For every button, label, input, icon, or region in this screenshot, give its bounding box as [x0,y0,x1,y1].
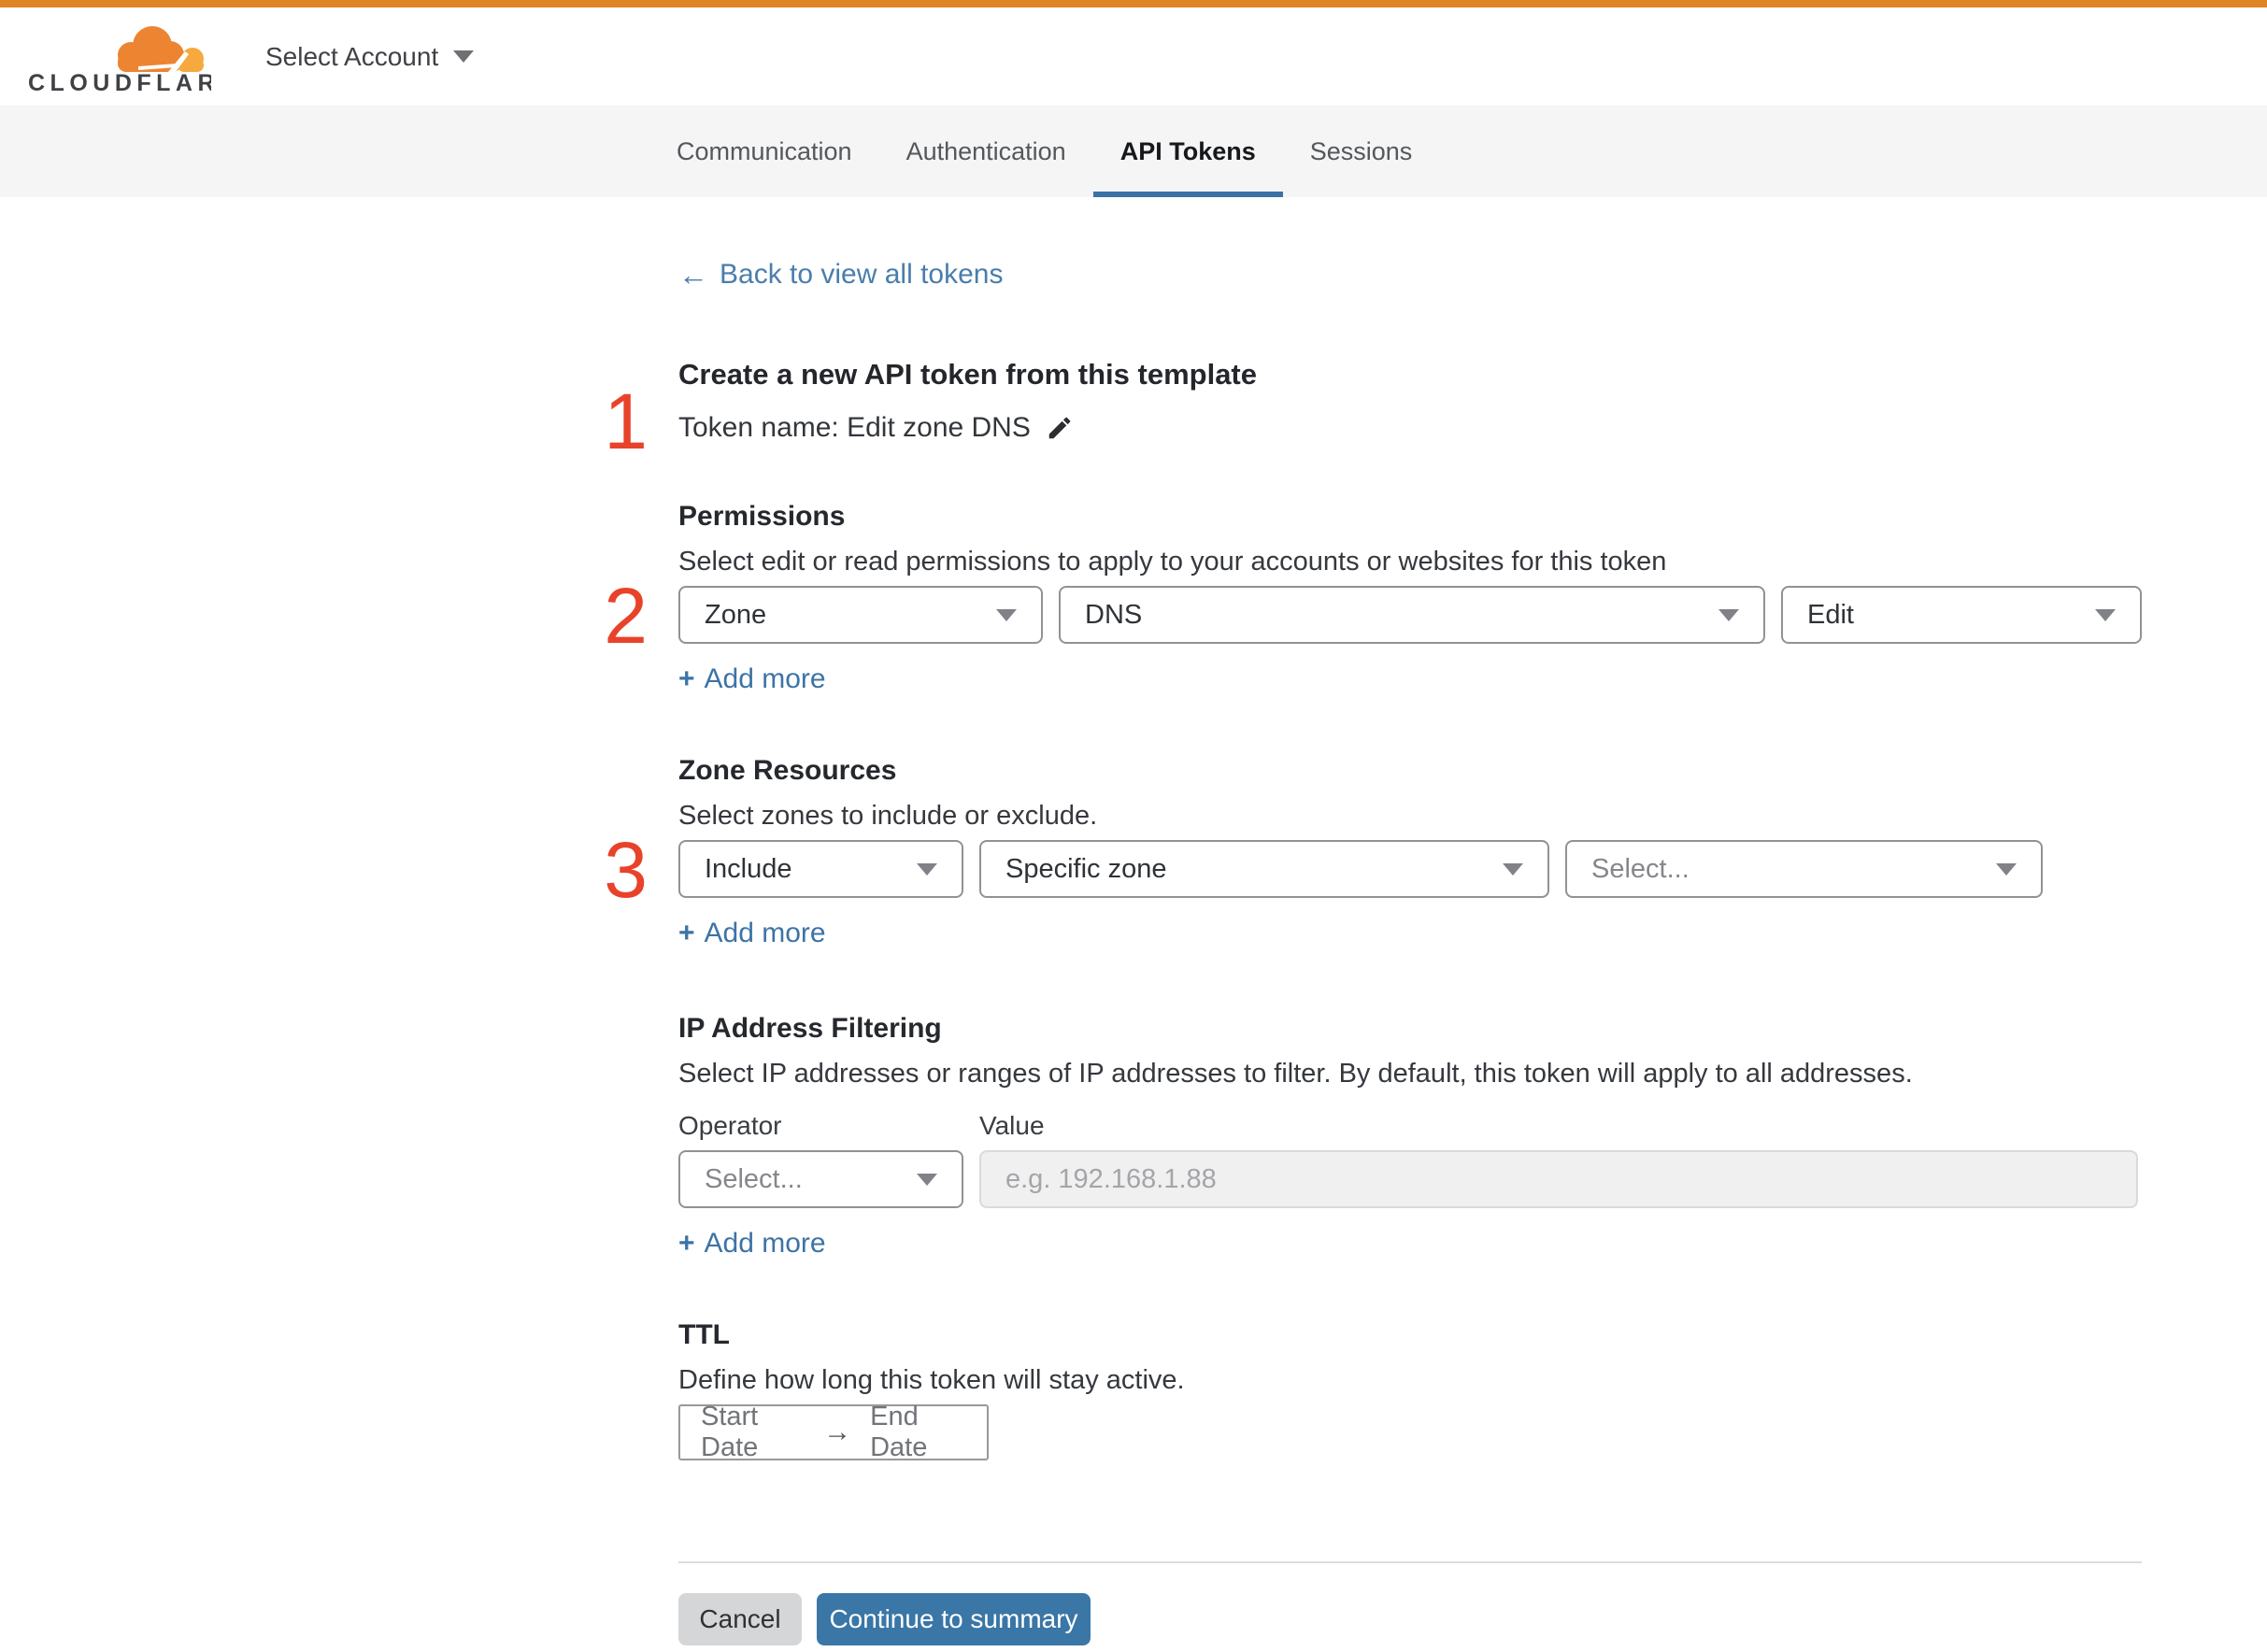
continue-to-summary-button[interactable]: Continue to summary [817,1593,1091,1645]
select-value: Include [705,853,792,884]
token-name-section: 1 Create a new API token from this templ… [604,354,2142,461]
select-value: Edit [1807,599,1854,630]
ip-value-input[interactable] [979,1150,2138,1208]
add-more-label: Add more [704,918,826,948]
account-selector[interactable]: Select Account [265,41,475,72]
chevron-down-icon [917,862,937,876]
ip-filtering-labels: Operator Value [678,1109,2142,1143]
tab-authentication[interactable]: Authentication [879,106,1093,197]
chevron-down-icon [1996,862,2017,876]
app-header: CLOUDFLARE Select Account [0,7,2267,106]
footer-actions: Cancel Continue to summary [678,1593,2142,1645]
zone-resources-section: Zone Resources Select zones to include o… [604,752,2142,950]
top-orange-bar [0,0,2267,7]
zone-picker-select[interactable]: Select... [1565,840,2043,898]
select-value: Zone [705,599,767,630]
back-to-tokens-link[interactable]: ← Back to view all tokens [678,255,1003,294]
right-arrow-icon: → [823,1417,852,1447]
left-arrow-icon: ← [678,258,708,292]
zone-resources-heading: Zone Resources [678,755,897,786]
step-number: 1 [604,377,648,465]
tab-api-tokens[interactable]: API Tokens [1092,106,1283,197]
zone-resources-row: 3 Include Specific zone Select... [604,831,2142,909]
footer-divider [678,1561,2142,1563]
ttl-description: Define how long this token will stay act… [678,1365,1185,1395]
select-value: DNS [1085,599,1143,630]
step-number: 2 [604,572,648,660]
zone-resources-add-more-link[interactable]: + Add more [678,917,826,950]
chevron-down-icon [917,1173,937,1186]
add-more-label: Add more [704,1228,826,1259]
ttl-heading: TTL [678,1319,730,1350]
chevron-down-icon [996,608,1017,621]
page-title: Create a new API token from this templat… [678,358,1258,391]
token-name-text: Token name: Edit zone DNS [678,412,1031,443]
permissions-description: Select edit or read permissions to apply… [678,547,1667,577]
ip-filtering-row: Select... [678,1150,2142,1208]
permissions-heading: Permissions [678,501,846,532]
zone-type-select[interactable]: Specific zone [979,840,1549,898]
ip-filtering-heading: IP Address Filtering [678,1013,942,1044]
select-value: Specific zone [1005,853,1167,884]
cloudflare-cloud-icon [118,25,204,72]
select-placeholder: Select... [705,1163,803,1194]
cloudflare-logo[interactable]: CLOUDFLARE [28,18,211,96]
permission-scope-select[interactable]: Zone [678,586,1043,644]
step-number: 3 [604,826,648,914]
main-content: ← Back to view all tokens 1 Create a new… [604,197,2142,1645]
value-label: Value [979,1111,1045,1140]
plus-icon: + [678,663,695,694]
zone-include-select[interactable]: Include [678,840,963,898]
ttl-date-range-picker[interactable]: Start Date → End Date [678,1402,989,1462]
tab-communication[interactable]: Communication [649,106,879,197]
account-selector-label: Select Account [265,41,439,71]
zone-resources-description: Select zones to include or exclude. [678,801,1098,831]
add-more-label: Add more [704,663,826,694]
permissions-row: 2 Zone DNS Edit [604,577,2142,655]
ip-filtering-section: IP Address Filtering Select IP addresses… [678,1010,2142,1260]
select-placeholder: Select... [1591,853,1690,884]
chevron-down-icon [453,50,475,63]
chevron-down-icon [1718,608,1739,621]
cloudflare-wordmark: CLOUDFLARE [28,70,211,96]
back-link-label: Back to view all tokens [720,259,1004,290]
ip-filtering-description: Select IP addresses or ranges of IP addr… [678,1059,1913,1089]
plus-icon: + [678,1228,695,1259]
tab-sessions[interactable]: Sessions [1283,106,1440,197]
ip-operator-select[interactable]: Select... [678,1150,963,1208]
end-date-placeholder: End Date [870,1402,928,1462]
ttl-section: TTL Define how long this token will stay… [678,1317,2142,1462]
permission-access-select[interactable]: Edit [1781,586,2142,644]
permissions-add-more-link[interactable]: + Add more [678,662,826,696]
chevron-down-icon [2095,608,2116,621]
chevron-down-icon [1503,862,1523,876]
operator-label: Operator [678,1111,782,1140]
edit-pencil-icon[interactable] [1046,414,1074,442]
ip-filtering-add-more-link[interactable]: + Add more [678,1227,826,1260]
cancel-button[interactable]: Cancel [678,1593,802,1645]
permissions-section: Permissions Select edit or read permissi… [604,498,2142,696]
permission-group-select[interactable]: DNS [1059,586,1765,644]
start-date-placeholder: Start Date [701,1402,759,1462]
profile-tabbar: Communication Authentication API Tokens … [0,106,2267,197]
plus-icon: + [678,918,695,948]
